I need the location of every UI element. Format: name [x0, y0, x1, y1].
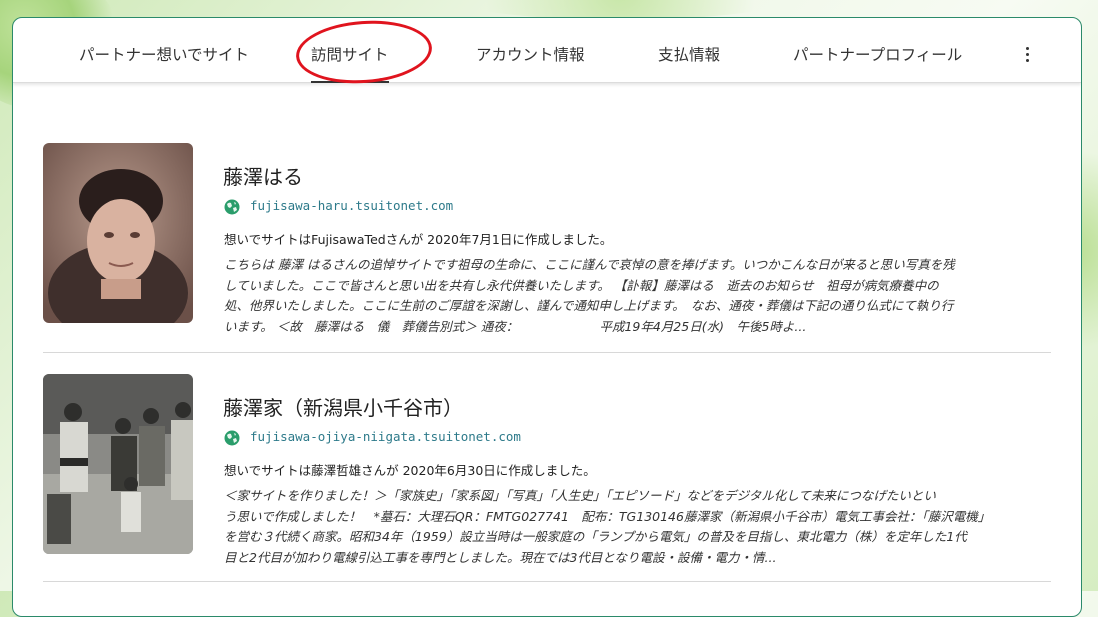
site-title[interactable]: 藤澤家（新潟県小千谷市） — [223, 392, 463, 421]
site-url[interactable]: fujisawa-ojiya-niigata.tsuitonet.com — [250, 429, 521, 444]
tab-partner-memorial-site[interactable]: パートナー想いでサイト — [79, 18, 249, 82]
description-line: こちらは 藤澤 はるさんの追悼サイトです祖母の生命に、ここに謹んで哀悼の意を捧げ… — [224, 257, 955, 272]
description-line: ＜家サイトを作りました！＞「家族史」「家系図」「写真」「人生史」「エピソード」な… — [224, 488, 936, 503]
divider — [43, 352, 1051, 353]
divider — [43, 581, 1051, 582]
description-line: していました。ここで皆さんと思い出を共有し永代供養いたします。 【訃報】藤澤はる… — [224, 277, 939, 293]
site-creation-info: 想いでサイトは藤澤哲雄さんが 2020年6月30日に作成しました。 — [224, 463, 596, 478]
globe-icon — [224, 199, 240, 215]
description-line: う思いで作成しました！ *墓石：大理石QR：FMTG027741 配布：TG13… — [224, 508, 991, 524]
site-creation-info: 想いでサイトはFujisawaTedさんが 2020年7月1日に作成しました。 — [224, 232, 613, 247]
site-description: こちらは 藤澤 はるさんの追悼サイトです祖母の生命に、ここに謹んで哀悼の意を捧げ… — [224, 255, 1054, 337]
site-title[interactable]: 藤澤はる — [223, 161, 303, 190]
memorial-photo[interactable] — [43, 143, 193, 323]
memorial-photo[interactable] — [43, 374, 193, 554]
list-item: 藤澤家（新潟県小千谷市） fujisawa-ojiya-niigata.tsui… — [43, 374, 1053, 565]
tab-account-info[interactable]: アカウント情報 — [476, 18, 585, 82]
description-line: います。 ＜故 藤澤はる 儀 葬儀告別式＞ 通夜： 平成19年4月25日(水) … — [224, 318, 807, 334]
globe-icon — [224, 430, 240, 446]
tab-payment-info[interactable]: 支払情報 — [658, 18, 720, 82]
site-description: ＜家サイトを作りました！＞「家族史」「家系図」「写真」「人生史」「エピソード」な… — [224, 486, 1054, 568]
list-item: 藤澤はる fujisawa-haru.tsuitonet.com 想いでサイトは… — [43, 143, 1053, 334]
main-card: パートナー想いでサイト 訪問サイト アカウント情報 支払情報 パートナープロフィ… — [12, 17, 1082, 617]
tab-partner-profile[interactable]: パートナープロフィール — [793, 18, 962, 82]
site-url[interactable]: fujisawa-haru.tsuitonet.com — [250, 198, 453, 213]
description-line: 処、他界いたしました。ここに生前のご厚誼を深謝し、謹んで通知申し上げます。 なお… — [224, 298, 954, 313]
top-navigation: パートナー想いでサイト 訪問サイト アカウント情報 支払情報 パートナープロフィ… — [13, 18, 1081, 88]
more-vert-icon[interactable] — [1016, 40, 1040, 70]
description-line: 目と2代目が加わり電線引込工事を専門としました。現在では3代目となり電設・設備・… — [224, 549, 777, 565]
description-line: を営む３代続く商家。昭和34年（1959）設立当時は一般家庭の「ランプから電気」… — [224, 529, 967, 544]
